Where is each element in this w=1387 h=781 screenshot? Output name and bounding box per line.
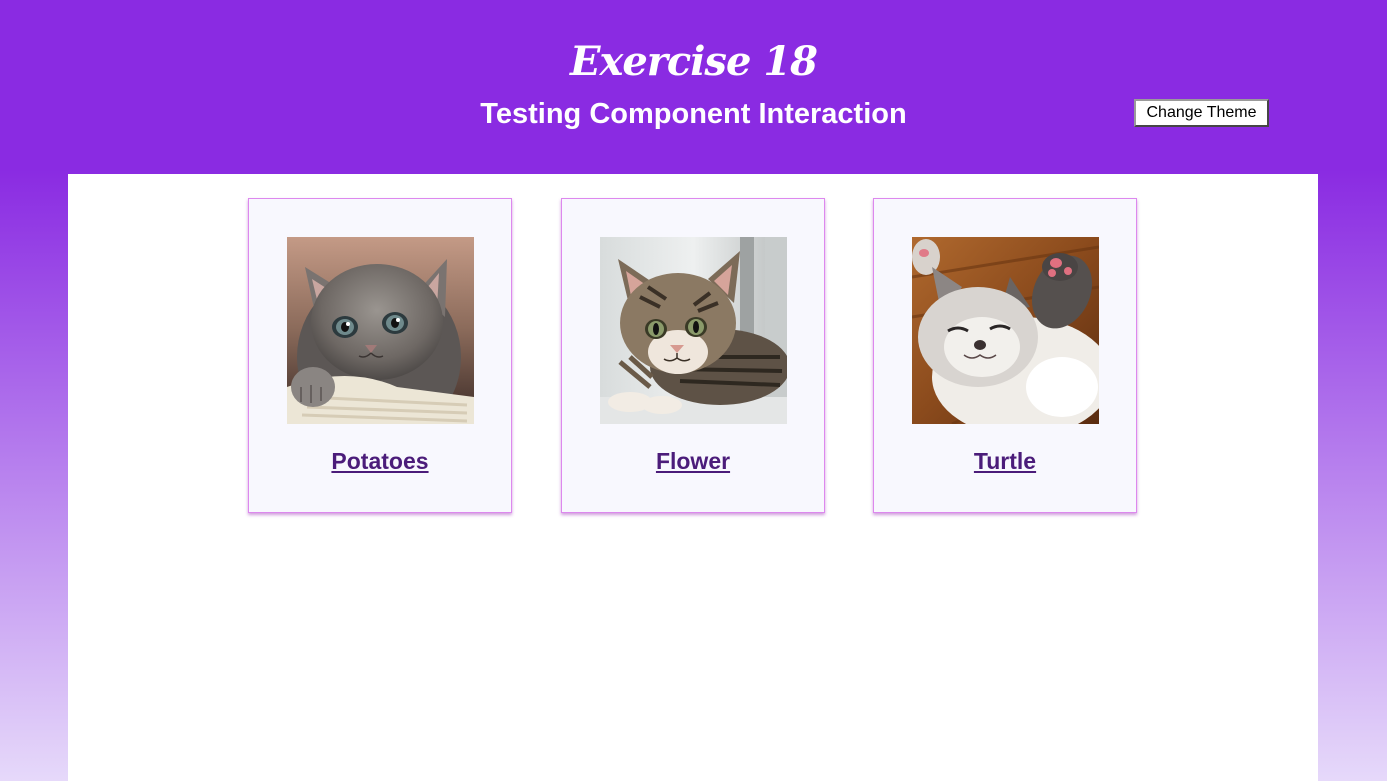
page-header: Exercise 18 Testing Component Interactio… — [0, 0, 1387, 174]
cat-card: Turtle — [873, 198, 1137, 513]
cat-name-link[interactable]: Turtle — [874, 446, 1136, 476]
cat-card: Potatoes — [248, 198, 512, 513]
change-theme-button[interactable]: Change Theme — [1134, 99, 1269, 127]
cat-card: Flower — [561, 198, 825, 513]
cat-photo — [600, 237, 787, 424]
card-gallery: Potatoes Flower Turtle — [68, 174, 1318, 781]
page-title: Exercise 18 — [570, 38, 818, 85]
cat-photo — [287, 237, 474, 424]
cat-photo — [912, 237, 1099, 424]
cat-name-link[interactable]: Flower — [562, 446, 824, 476]
cat-name-link[interactable]: Potatoes — [249, 446, 511, 476]
